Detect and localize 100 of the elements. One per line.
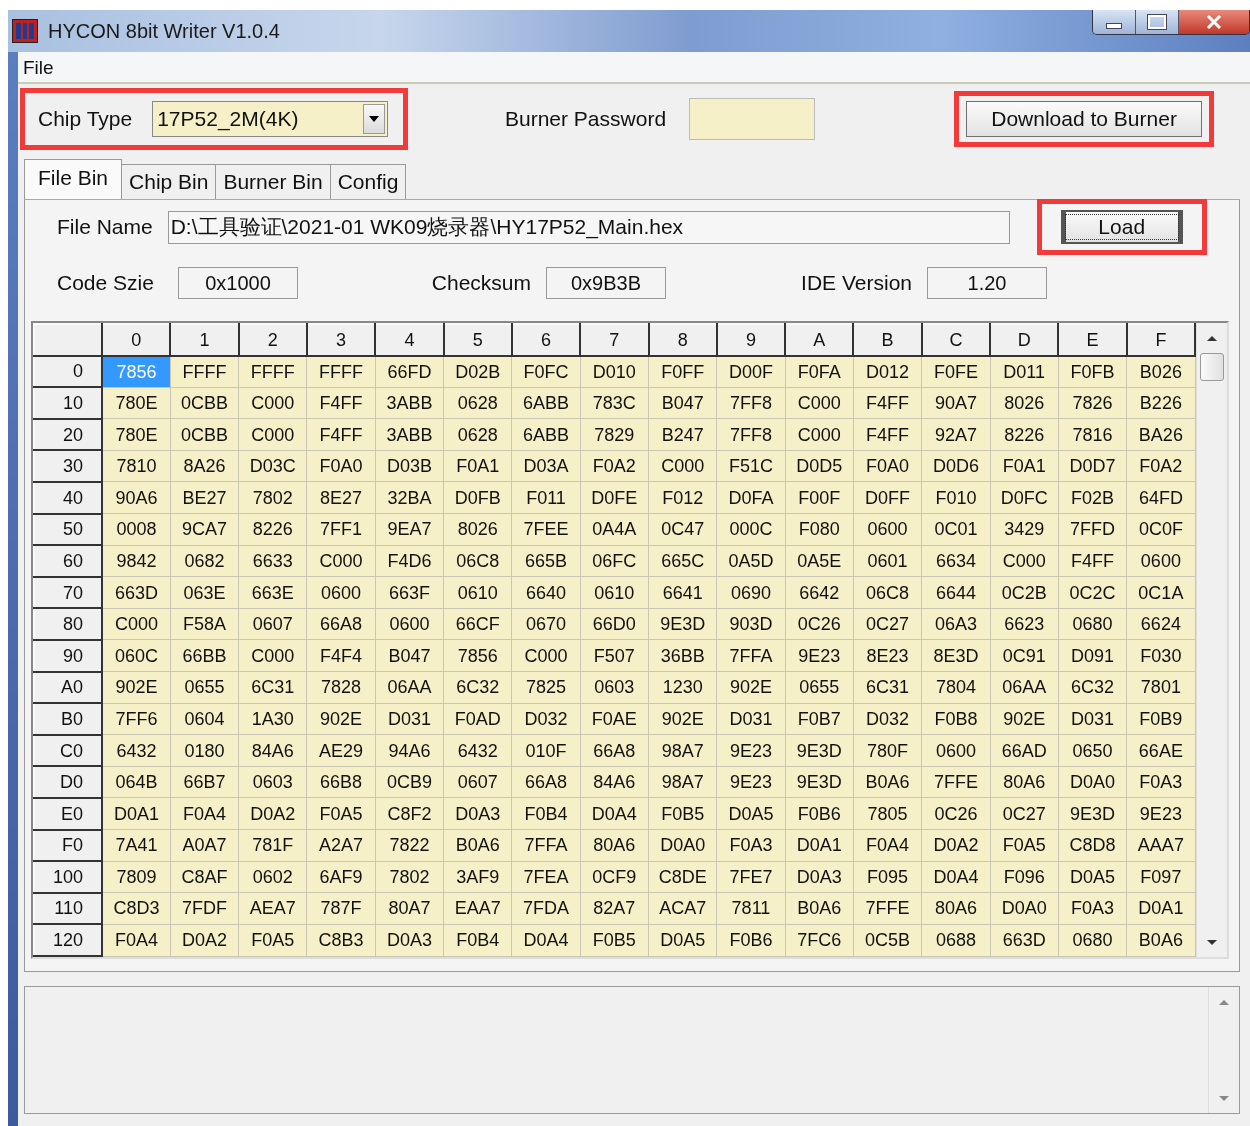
table-cell[interactable]: 0CBB — [170, 387, 239, 419]
table-cell[interactable]: D0A4 — [580, 797, 649, 830]
table-cell[interactable]: 0670 — [511, 608, 581, 640]
table-cell[interactable]: 0C01 — [921, 513, 991, 546]
table-cell[interactable]: 663D — [990, 924, 1059, 956]
table-cell[interactable]: F4FF — [853, 418, 922, 451]
table-cell[interactable]: 7FF1 — [306, 513, 376, 546]
table-cell[interactable]: 902E — [306, 703, 376, 735]
tab[interactable]: Burner Bin — [216, 164, 331, 199]
table-cell[interactable]: 0A5D — [716, 545, 786, 577]
table-cell[interactable]: 9E3D — [1058, 797, 1127, 830]
table-cell[interactable]: 010F — [511, 734, 581, 767]
table-cell[interactable]: F0A1 — [990, 450, 1059, 482]
table-cell[interactable]: F0A1 — [443, 450, 512, 482]
table-cell[interactable]: 6640 — [511, 576, 581, 609]
table-cell[interactable]: 0688 — [921, 924, 991, 956]
table-cell[interactable]: D0A3 — [785, 861, 854, 893]
table-cell[interactable]: 0600 — [306, 576, 376, 609]
table-cell[interactable]: F0B9 — [1126, 703, 1196, 735]
table-cell[interactable]: AEA7 — [238, 892, 307, 925]
table-cell[interactable]: 0C91 — [990, 639, 1059, 672]
table-cell[interactable]: 781F — [238, 829, 307, 862]
table-cell[interactable]: 7A41 — [102, 829, 171, 862]
table-cell[interactable]: 66B7 — [170, 766, 239, 798]
table-cell[interactable]: 9E23 — [716, 734, 786, 767]
table-cell[interactable]: F095 — [853, 861, 922, 893]
table-cell[interactable]: F0AE — [580, 703, 649, 735]
table-cell[interactable]: 0008 — [102, 513, 171, 546]
table-cell[interactable]: 3ABB — [375, 387, 444, 419]
table-cell[interactable]: 6C32 — [443, 671, 512, 704]
table-cell[interactable]: F4D6 — [375, 545, 444, 577]
table-cell[interactable]: C000 — [990, 545, 1059, 577]
table-cell[interactable]: D0A3 — [443, 797, 512, 830]
table-cell[interactable]: 06A3 — [921, 608, 991, 640]
table-cell[interactable]: 663E — [238, 576, 307, 609]
table-cell[interactable]: 0C47 — [648, 513, 717, 546]
burner-password-field[interactable] — [689, 98, 816, 140]
table-cell[interactable]: D032 — [511, 703, 581, 735]
table-cell[interactable]: 0603 — [580, 671, 649, 704]
table-cell[interactable]: 06C8 — [443, 545, 512, 577]
table-cell[interactable]: 7822 — [375, 829, 444, 862]
table-cell[interactable]: 6C31 — [853, 671, 922, 704]
table-cell[interactable]: 7829 — [580, 418, 649, 451]
table-cell[interactable]: B047 — [375, 639, 444, 672]
table-cell[interactable]: 80A6 — [921, 892, 991, 925]
table-cell[interactable]: F0B4 — [511, 797, 581, 830]
table-cell[interactable]: 6633 — [238, 545, 307, 577]
table-cell[interactable]: 0607 — [238, 608, 307, 640]
table-cell[interactable]: 060C — [102, 639, 171, 672]
table-cell[interactable]: 0682 — [170, 545, 239, 577]
table-cell[interactable]: 6432 — [443, 734, 512, 767]
table-cell[interactable]: 0600 — [853, 513, 922, 546]
table-cell[interactable]: D02B — [443, 355, 512, 388]
table-cell[interactable]: 665C — [648, 545, 717, 577]
table-cell[interactable]: 0690 — [716, 576, 786, 609]
table-cell[interactable]: 6C32 — [1058, 671, 1127, 704]
table-cell[interactable]: B247 — [648, 418, 717, 451]
table-cell[interactable]: 66FD — [375, 355, 444, 388]
table-cell[interactable]: C8F2 — [375, 797, 444, 830]
table-cell[interactable]: 7FF6 — [102, 703, 171, 735]
table-cell[interactable]: 0610 — [580, 576, 649, 609]
table-cell[interactable]: 902E — [716, 671, 786, 704]
table-cell[interactable]: 1A30 — [238, 703, 307, 735]
table-cell[interactable]: 9E3D — [785, 734, 854, 767]
table-cell[interactable]: F51C — [716, 450, 786, 482]
table-cell[interactable]: D0A2 — [238, 797, 307, 830]
table-cell[interactable]: 780E — [102, 418, 171, 451]
table-cell[interactable]: 8E27 — [306, 481, 376, 514]
table-cell[interactable]: 9E23 — [785, 639, 854, 672]
tab[interactable]: Chip Bin — [122, 164, 217, 199]
table-cell[interactable]: B0A6 — [853, 766, 922, 798]
tab[interactable]: Config — [330, 164, 407, 199]
table-cell[interactable]: D03C — [238, 450, 307, 482]
file-name-field[interactable]: D:\工具验证\2021-01 WK09烧录器\HY17P52_Main.hex — [167, 210, 1010, 244]
table-cell[interactable]: F0FE — [921, 355, 991, 388]
table-cell[interactable]: B0A6 — [785, 892, 854, 925]
table-cell[interactable]: D0A4 — [921, 861, 991, 893]
table-cell[interactable]: 0C27 — [853, 608, 922, 640]
table-cell[interactable]: 6634 — [921, 545, 991, 577]
table-cell[interactable]: FFFF — [238, 355, 307, 388]
table-cell[interactable]: C000 — [785, 418, 854, 451]
table-cell[interactable]: 0601 — [853, 545, 922, 577]
table-cell[interactable]: 7FDF — [170, 892, 239, 925]
table-cell[interactable]: 0604 — [170, 703, 239, 735]
table-cell[interactable]: 0A5E — [785, 545, 854, 577]
table-cell[interactable]: 66D0 — [580, 608, 649, 640]
table-cell[interactable]: D0D6 — [921, 450, 991, 482]
table-cell[interactable]: C000 — [306, 545, 376, 577]
table-cell[interactable]: 0C2B — [990, 576, 1059, 609]
table-cell[interactable]: C000 — [785, 387, 854, 419]
scroll-thumb[interactable] — [1200, 353, 1225, 381]
table-cell[interactable]: 3AF9 — [443, 861, 512, 893]
table-cell[interactable]: 98A7 — [648, 766, 717, 798]
table-cell[interactable]: F0B5 — [580, 924, 649, 956]
table-cell[interactable]: D0FC — [990, 481, 1059, 514]
table-cell[interactable]: 7FF8 — [716, 387, 786, 419]
table-cell[interactable]: A2A7 — [306, 829, 376, 862]
table-cell[interactable]: 7FFD — [1058, 513, 1127, 546]
table-cell[interactable]: 902E — [102, 671, 171, 704]
table-cell[interactable]: 064B — [102, 766, 171, 798]
